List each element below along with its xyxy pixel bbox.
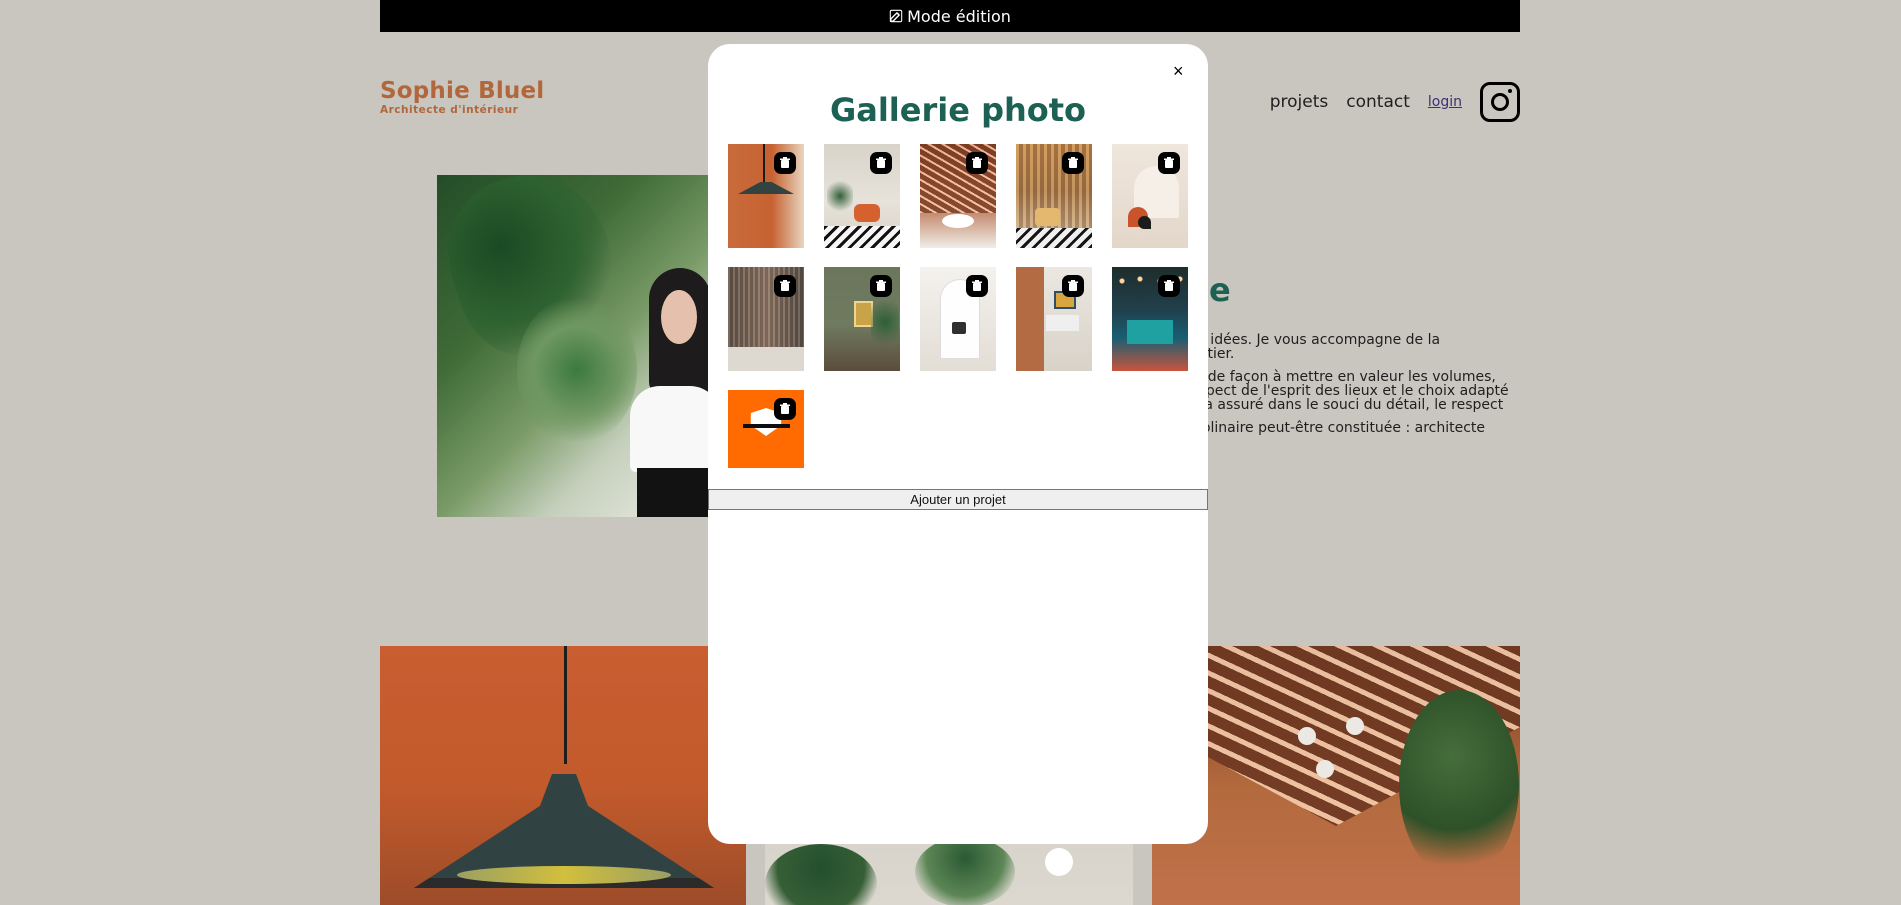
gallery-thumb[interactable] bbox=[728, 267, 804, 371]
edit-mode-bar: Mode édition bbox=[380, 0, 1520, 32]
gallery-thumb[interactable] bbox=[920, 144, 996, 248]
brand-role: Architecte d'intérieur bbox=[380, 104, 519, 116]
trash-icon bbox=[1068, 157, 1078, 168]
trash-icon bbox=[876, 280, 886, 291]
trash-icon bbox=[1068, 280, 1078, 291]
portrait-image bbox=[437, 175, 720, 517]
trash-icon bbox=[780, 157, 790, 168]
about-copy: os idées. Je vous accompagne de la antie… bbox=[1190, 333, 1522, 444]
delete-button[interactable] bbox=[1158, 152, 1180, 174]
gallery-thumb[interactable] bbox=[1112, 267, 1188, 371]
delete-button[interactable] bbox=[870, 152, 892, 174]
about-paragraph-1: os idées. Je vous accompagne de la antie… bbox=[1190, 332, 1441, 362]
delete-button[interactable] bbox=[1062, 275, 1084, 297]
photo-grid bbox=[728, 144, 1188, 468]
about-paragraph-3: ciplinaire peut-être constituée : archit… bbox=[1190, 420, 1486, 436]
add-project-button[interactable]: Ajouter un projet bbox=[708, 489, 1208, 510]
site-logo: Sophie Bluel Architecte d'intérieur bbox=[380, 80, 544, 116]
gallery-thumb[interactable] bbox=[728, 144, 804, 248]
delete-button[interactable] bbox=[774, 275, 796, 297]
delete-button[interactable] bbox=[774, 398, 796, 420]
delete-button[interactable] bbox=[1158, 275, 1180, 297]
main-navigation: projets contact login bbox=[1270, 82, 1520, 122]
gallery-thumb[interactable] bbox=[824, 144, 900, 248]
delete-button[interactable] bbox=[870, 275, 892, 297]
nav-projets[interactable]: projets bbox=[1270, 92, 1329, 112]
gallery-card-lamp bbox=[380, 646, 746, 905]
close-icon[interactable]: × bbox=[1167, 59, 1189, 81]
trash-icon bbox=[1164, 280, 1174, 291]
delete-button[interactable] bbox=[1062, 152, 1084, 174]
trash-icon bbox=[1164, 157, 1174, 168]
modal-title: Gallerie photo bbox=[829, 91, 1087, 129]
trash-icon bbox=[780, 280, 790, 291]
gallery-thumb[interactable] bbox=[728, 390, 804, 468]
gallery-thumb[interactable] bbox=[1016, 267, 1092, 371]
brand-name: Sophie Bluel bbox=[380, 78, 545, 104]
trash-icon bbox=[972, 280, 982, 291]
gallery-modal: × Gallerie photo Ajouter un projet bbox=[708, 44, 1208, 844]
trash-icon bbox=[876, 157, 886, 168]
delete-button[interactable] bbox=[966, 152, 988, 174]
trash-icon bbox=[972, 157, 982, 168]
gallery-thumb[interactable] bbox=[920, 267, 996, 371]
gallery-thumb[interactable] bbox=[1016, 144, 1092, 248]
nav-contact[interactable]: contact bbox=[1346, 92, 1410, 112]
about-paragraph-2: n, de façon à mettre en valeur les volum… bbox=[1190, 369, 1509, 413]
gallery-thumb[interactable] bbox=[1112, 144, 1188, 248]
delete-button[interactable] bbox=[966, 275, 988, 297]
edit-mode-label: Mode édition bbox=[907, 6, 1011, 26]
gallery-thumb[interactable] bbox=[824, 267, 900, 371]
nav-login[interactable]: login bbox=[1428, 94, 1462, 110]
delete-button[interactable] bbox=[774, 152, 796, 174]
instagram-icon[interactable] bbox=[1480, 82, 1520, 122]
trash-icon bbox=[780, 403, 790, 414]
edit-icon bbox=[889, 9, 903, 23]
